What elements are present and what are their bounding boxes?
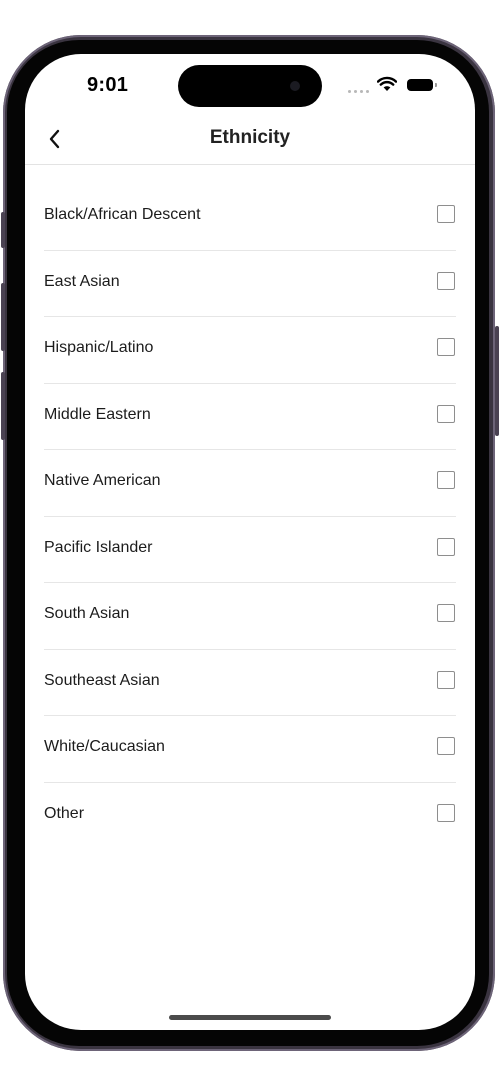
option-label: Other	[44, 804, 85, 822]
option-checkbox[interactable]	[437, 271, 455, 290]
wifi-icon	[377, 76, 397, 91]
action-button	[1, 212, 5, 248]
battery-icon	[407, 79, 437, 91]
power-button	[495, 326, 499, 436]
option-label: White/Caucasian	[44, 738, 165, 755]
option-row[interactable]: Southeast Asian	[44, 650, 456, 716]
navigation-bar: Ethnicity	[25, 114, 475, 165]
option-checkbox[interactable]	[437, 803, 455, 822]
cellular-signal-icon	[348, 90, 369, 93]
option-label: Southeast Asian	[44, 671, 160, 689]
camera-icon	[290, 81, 300, 91]
option-label: Black/African Descent	[44, 206, 201, 223]
volume-up-button	[1, 283, 5, 351]
option-label: East Asian	[44, 272, 120, 290]
option-row[interactable]: Other	[44, 783, 456, 849]
option-checkbox[interactable]	[437, 670, 455, 689]
ethnicity-options-list: Black/African Descent East Asian Hispani…	[44, 184, 456, 848]
option-row[interactable]: Black/African Descent	[44, 184, 456, 251]
option-row[interactable]: White/Caucasian	[44, 716, 456, 783]
option-checkbox[interactable]	[437, 604, 455, 622]
option-label: Native American	[44, 472, 161, 489]
option-row[interactable]: Hispanic/Latino	[44, 317, 456, 384]
status-time: 9:01	[87, 74, 129, 96]
option-label: Pacific Islander	[44, 538, 153, 556]
option-label: Hispanic/Latino	[44, 339, 154, 356]
volume-down-button	[1, 372, 5, 440]
option-row[interactable]: East Asian	[44, 251, 456, 317]
option-row[interactable]: Pacific Islander	[44, 517, 456, 583]
option-checkbox[interactable]	[437, 338, 455, 356]
dynamic-island	[178, 65, 322, 107]
option-label: South Asian	[44, 605, 130, 622]
option-row[interactable]: Native American	[44, 450, 456, 517]
option-row[interactable]: South Asian	[44, 583, 456, 650]
option-checkbox[interactable]	[437, 404, 455, 423]
app-screen: 9:01 Ethnicity Black/African Descent Eas…	[25, 54, 475, 1030]
option-label: Middle Eastern	[44, 405, 151, 423]
option-checkbox[interactable]	[437, 205, 455, 223]
option-checkbox[interactable]	[437, 737, 455, 755]
page-title: Ethnicity	[209, 127, 291, 148]
home-indicator[interactable]	[169, 1015, 331, 1020]
option-checkbox[interactable]	[437, 537, 455, 556]
option-checkbox[interactable]	[437, 471, 455, 489]
option-row[interactable]: Middle Eastern	[44, 384, 456, 450]
